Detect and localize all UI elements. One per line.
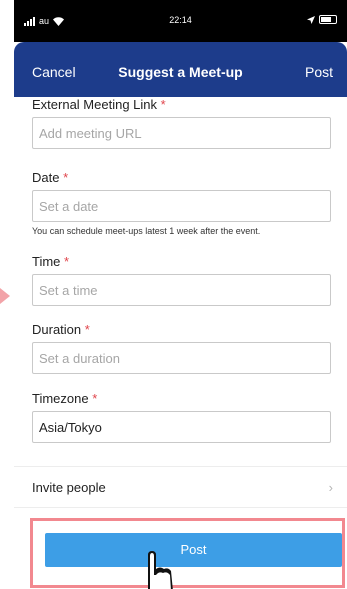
required-mark: *: [63, 170, 69, 185]
battery-icon: [319, 15, 337, 24]
date-input[interactable]: [32, 190, 331, 222]
status-time: 22:14: [169, 15, 192, 25]
page-title: Suggest a Meet-up: [118, 64, 243, 80]
required-mark: *: [84, 322, 90, 337]
nav-bar: Cancel Suggest a Meet-up Post: [14, 42, 347, 97]
time-input[interactable]: [32, 274, 331, 306]
side-arrow-icon: [0, 288, 10, 304]
time-label: Time *: [32, 254, 70, 269]
location-arrow-icon: [307, 15, 315, 24]
date-label: Date *: [32, 170, 69, 185]
duration-label: Duration *: [32, 322, 90, 337]
status-bar: au 22:14: [14, 0, 347, 42]
timezone-label: Timezone *: [32, 391, 98, 406]
timezone-input[interactable]: [32, 411, 331, 443]
post-button[interactable]: Post: [45, 533, 342, 567]
external-link-input[interactable]: [32, 117, 331, 149]
date-helper-text: You can schedule meet-ups latest 1 week …: [32, 226, 261, 236]
duration-input[interactable]: [32, 342, 331, 374]
meetup-form: External Meeting Link * Date * You can s…: [32, 97, 332, 443]
post-nav-button[interactable]: Post: [305, 64, 333, 80]
phone-screen: au 22:14 Cancel Suggest a Meet-up Post E…: [14, 0, 347, 589]
invite-people-row[interactable]: Invite people ›: [14, 466, 347, 508]
status-right: [307, 15, 337, 24]
external-link-label: External Meeting Link *: [32, 97, 166, 112]
page: au 22:14 Cancel Suggest a Meet-up Post E…: [0, 0, 347, 589]
chevron-right-icon: ›: [328, 480, 333, 495]
required-mark: *: [160, 97, 166, 112]
required-mark: *: [92, 391, 98, 406]
invite-people-label: Invite people: [32, 480, 106, 495]
required-mark: *: [64, 254, 70, 269]
pointer-hand-icon: [148, 551, 173, 589]
